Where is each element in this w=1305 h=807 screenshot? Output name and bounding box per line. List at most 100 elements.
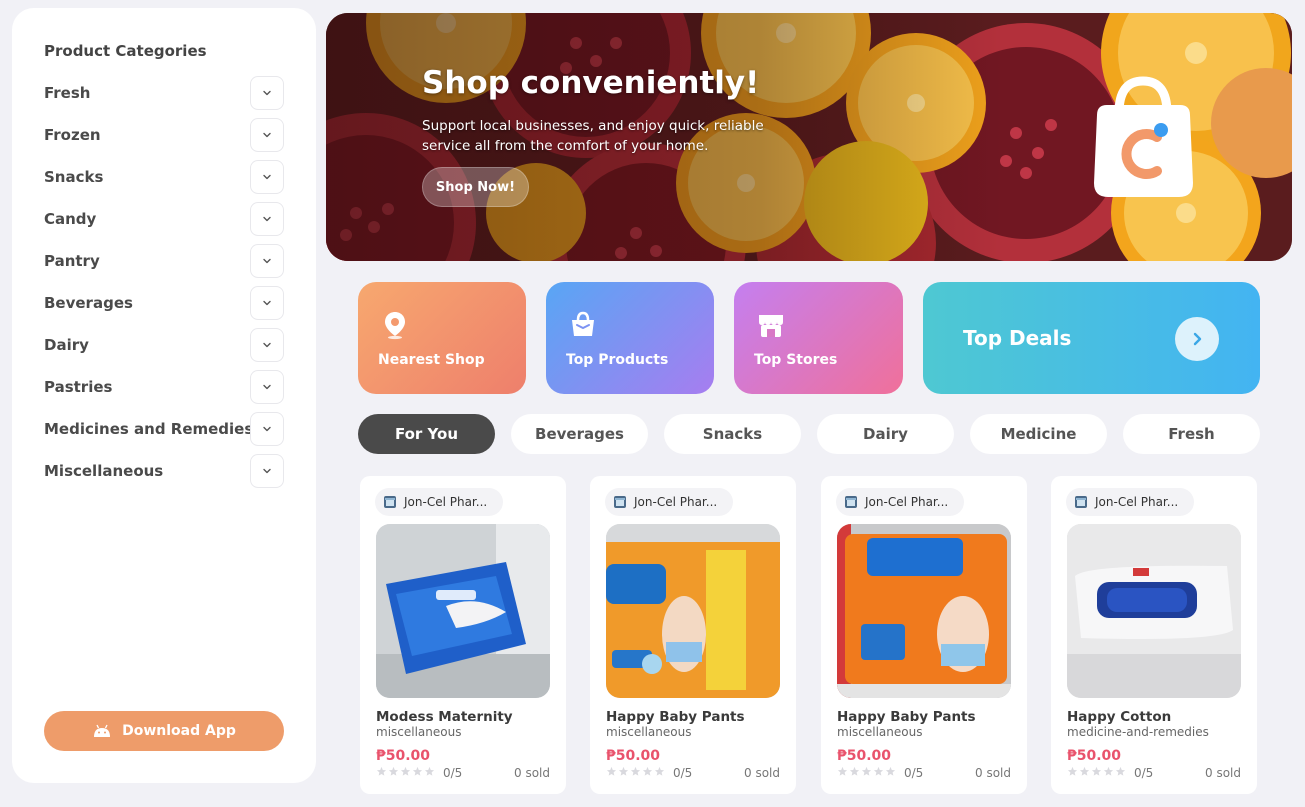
product-rating: 0/5 [904, 766, 924, 780]
star-icon [400, 766, 411, 776]
star-icon [849, 766, 860, 776]
store-avatar-icon [1075, 496, 1087, 508]
product-card[interactable]: Jon-Cel Phar... Happy Cotton medicine-an… [1051, 476, 1257, 794]
star-icon [388, 766, 399, 776]
nearest-shop-label: Nearest Shop [378, 352, 485, 368]
store-name: Jon-Cel Phar... [865, 495, 949, 509]
download-app-button[interactable]: Download App [44, 711, 284, 751]
category-item-pastries[interactable]: Pastries [44, 366, 284, 408]
category-item-beverages[interactable]: Beverages [44, 282, 284, 324]
star-icon [1103, 766, 1114, 776]
chevron-down-icon[interactable] [250, 286, 284, 320]
top-products-card[interactable]: Top Products [546, 282, 714, 394]
top-stores-card[interactable]: Top Stores [734, 282, 903, 394]
store-tag[interactable]: Jon-Cel Phar... [1066, 488, 1194, 516]
rating-stars [606, 766, 665, 777]
star-icon [642, 766, 653, 776]
product-card[interactable]: Jon-Cel Phar... Happy Baby Pants miscell… [821, 476, 1027, 794]
star-icon [618, 766, 629, 776]
product-sold-count: 0 sold [514, 766, 550, 780]
store-icon [759, 315, 783, 337]
product-category: miscellaneous [837, 725, 923, 739]
chevron-down-icon[interactable] [250, 202, 284, 236]
android-icon [94, 724, 111, 737]
filter-chip-dairy[interactable]: Dairy [817, 414, 954, 454]
filter-chip-snacks[interactable]: Snacks [664, 414, 801, 454]
shop-now-button[interactable]: Shop Now! [422, 167, 529, 207]
store-tag[interactable]: Jon-Cel Phar... [375, 488, 503, 516]
category-item-medicines[interactable]: Medicines and Remedies [44, 408, 284, 450]
product-name[interactable]: Happy Baby Pants [837, 709, 976, 725]
chevron-right-icon[interactable] [1175, 317, 1219, 361]
category-item-fresh[interactable]: Fresh [44, 72, 284, 114]
star-icon [424, 766, 435, 776]
category-item-snacks[interactable]: Snacks [44, 156, 284, 198]
map-pin-icon [385, 312, 405, 340]
top-products-label: Top Products [566, 352, 669, 368]
star-icon [873, 766, 884, 776]
filter-chip-medicine[interactable]: Medicine [970, 414, 1107, 454]
product-image[interactable] [606, 524, 780, 698]
top-stores-label: Top Stores [754, 352, 838, 368]
category-label: Fresh [44, 84, 91, 102]
star-icon [1091, 766, 1102, 776]
rating-stars [1067, 766, 1126, 777]
product-card[interactable]: Jon-Cel Phar... Modess Maternity miscell… [360, 476, 566, 794]
category-label: Frozen [44, 126, 101, 144]
store-avatar-icon [384, 496, 396, 508]
product-name[interactable]: Happy Cotton [1067, 709, 1171, 725]
chevron-down-icon[interactable] [250, 76, 284, 110]
product-image[interactable] [376, 524, 550, 698]
star-icon [885, 766, 896, 776]
filter-chip-fresh[interactable]: Fresh [1123, 414, 1260, 454]
hero-title: Shop conveniently! [422, 65, 760, 101]
star-icon [1079, 766, 1090, 776]
store-tag[interactable]: Jon-Cel Phar... [605, 488, 733, 516]
star-icon [654, 766, 665, 776]
product-price: ₱50.00 [1067, 748, 1122, 764]
chevron-down-icon[interactable] [250, 412, 284, 446]
category-item-dairy[interactable]: Dairy [44, 324, 284, 366]
category-item-frozen[interactable]: Frozen [44, 114, 284, 156]
store-name: Jon-Cel Phar... [634, 495, 718, 509]
product-rating: 0/5 [443, 766, 463, 780]
chevron-down-icon[interactable] [250, 244, 284, 278]
sidebar: Product Categories Fresh Frozen Snacks C… [12, 8, 316, 783]
star-icon [630, 766, 641, 776]
product-name[interactable]: Happy Baby Pants [606, 709, 745, 725]
category-item-candy[interactable]: Candy [44, 198, 284, 240]
star-icon [1067, 766, 1078, 776]
product-card[interactable]: Jon-Cel Phar... Happy Baby Pants miscell… [590, 476, 796, 794]
category-label: Pastries [44, 378, 113, 396]
filter-chip-for-you[interactable]: For You [358, 414, 495, 454]
chevron-down-icon[interactable] [250, 118, 284, 152]
nearest-shop-card[interactable]: Nearest Shop [358, 282, 526, 394]
product-name[interactable]: Modess Maternity [376, 709, 513, 725]
product-image[interactable] [1067, 524, 1241, 698]
product-category: miscellaneous [376, 725, 462, 739]
product-price: ₱50.00 [837, 748, 892, 764]
chevron-down-icon[interactable] [250, 454, 284, 488]
category-label: Medicines and Remedies [44, 420, 254, 438]
product-image[interactable] [837, 524, 1011, 698]
store-name: Jon-Cel Phar... [1095, 495, 1179, 509]
chevron-down-icon[interactable] [250, 370, 284, 404]
category-item-miscellaneous[interactable]: Miscellaneous [44, 450, 284, 492]
filter-chip-beverages[interactable]: Beverages [511, 414, 648, 454]
star-icon [376, 766, 387, 776]
category-item-pantry[interactable]: Pantry [44, 240, 284, 282]
store-tag[interactable]: Jon-Cel Phar... [836, 488, 964, 516]
store-avatar-icon [845, 496, 857, 508]
top-deals-card[interactable]: Top Deals [923, 282, 1260, 394]
product-price: ₱50.00 [606, 748, 661, 764]
chevron-down-icon[interactable] [250, 328, 284, 362]
top-deals-label: Top Deals [963, 326, 1072, 350]
category-label: Dairy [44, 336, 89, 354]
rating-stars [376, 766, 435, 777]
product-sold-count: 0 sold [1205, 766, 1241, 780]
star-icon [606, 766, 617, 776]
product-price: ₱50.00 [376, 748, 431, 764]
store-avatar-icon [614, 496, 626, 508]
app-logo-bag-icon [1094, 76, 1193, 197]
chevron-down-icon[interactable] [250, 160, 284, 194]
